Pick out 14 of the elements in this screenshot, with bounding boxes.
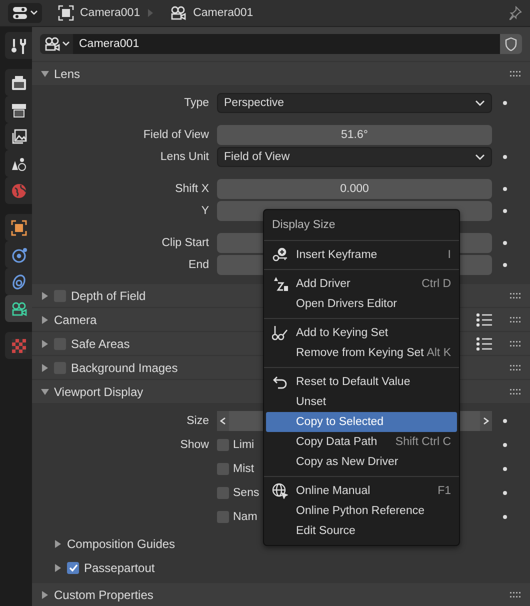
field-label: Type — [184, 97, 209, 109]
checkbox-label: Sens — [233, 487, 260, 499]
field-label: Y — [201, 205, 209, 217]
field-label: End — [188, 259, 209, 271]
field-label: Lens Unit — [160, 151, 209, 163]
field-label: Field of View — [143, 129, 209, 141]
field-label: Size — [186, 415, 209, 427]
field-label: Shift X — [175, 183, 209, 195]
checkbox-label: Nam — [233, 511, 258, 523]
field-label: Show — [180, 439, 209, 451]
menu-title: Display Size — [271, 218, 336, 233]
checkbox-label: Mist — [233, 463, 254, 475]
field-label: Clip Start — [162, 237, 209, 249]
checkbox-label: Limi — [233, 439, 254, 451]
